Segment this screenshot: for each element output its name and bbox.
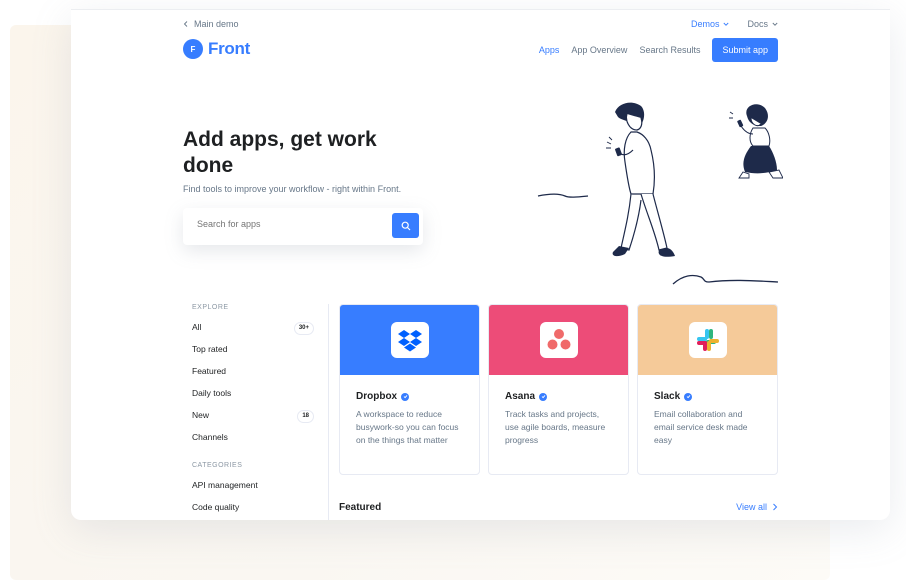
- verified-icon: [401, 392, 410, 401]
- explore-heading: EXPLORE: [192, 304, 229, 311]
- search-box: [183, 208, 423, 245]
- view-all-label: View all: [736, 502, 767, 512]
- sidebar: EXPLORE All 30+ Top rated Featured Daily…: [183, 304, 328, 518]
- app-card-slack[interactable]: Slack Email collaboration and email serv…: [637, 304, 778, 475]
- browser-window: Main demo Demos Docs F Front Apps App Ov…: [71, 9, 890, 520]
- logo[interactable]: F Front: [183, 37, 250, 59]
- page-subtitle: Find tools to improve your workflow - ri…: [183, 184, 402, 194]
- docs-label: Docs: [747, 19, 768, 29]
- sidebar-item-all[interactable]: All 30+: [183, 316, 328, 338]
- search-button[interactable]: [392, 213, 419, 238]
- page-title: Add apps, get work done: [183, 128, 377, 177]
- sidebar-item-label: All: [192, 322, 202, 332]
- sidebar-item-code-quality[interactable]: Code quality: [183, 496, 328, 518]
- categories-heading: CATEGORIES: [192, 462, 243, 469]
- app-card-asana[interactable]: Asana Track tasks and projects, use agil…: [488, 304, 629, 475]
- logo-text: Front: [208, 39, 250, 58]
- verified-icon: [684, 392, 693, 401]
- topbar-menus: Demos Docs: [691, 19, 778, 29]
- slack-icon: [688, 322, 727, 358]
- dropbox-icon: [390, 322, 429, 358]
- card-description: A workspace to reduce busywork-so you ca…: [356, 409, 459, 445]
- submit-app-button[interactable]: Submit app: [712, 38, 778, 62]
- view-all-link[interactable]: View all: [736, 502, 778, 512]
- demos-label: Demos: [690, 19, 720, 29]
- topbar: Main demo Demos Docs: [183, 17, 778, 33]
- logo-mark-icon: F: [183, 37, 205, 59]
- nav-app-overview[interactable]: App Overview: [571, 45, 627, 55]
- nav-apps[interactable]: Apps: [539, 45, 560, 55]
- back-link[interactable]: Main demo: [183, 19, 239, 29]
- asana-icon: [539, 322, 578, 358]
- chevron-down-icon: [723, 22, 730, 26]
- card-banner: [340, 305, 479, 375]
- main-nav: Apps App Overview Search Results Submit …: [539, 38, 778, 62]
- card-title: Asana: [505, 391, 536, 402]
- sidebar-item-label: API management: [192, 480, 258, 490]
- sidebar-item-daily-tools[interactable]: Daily tools: [183, 382, 328, 404]
- sidebar-divider: [328, 304, 329, 520]
- sidebar-item-top-rated[interactable]: Top rated: [183, 338, 328, 360]
- sidebar-item-api-management[interactable]: API management: [183, 474, 328, 496]
- card-title: Slack: [654, 391, 681, 402]
- search-icon: [401, 221, 410, 230]
- app-card-dropbox[interactable]: Dropbox A workspace to reduce busywork-s…: [339, 304, 480, 475]
- chevron-down-icon: [772, 22, 778, 26]
- search-input[interactable]: [197, 219, 377, 229]
- sidebar-item-label: Top rated: [192, 344, 228, 354]
- sidebar-item-label: New: [192, 410, 210, 420]
- sidebar-item-channels[interactable]: Channels: [183, 426, 328, 448]
- card-description: Email collaboration and email service de…: [654, 409, 748, 445]
- sidebar-item-label: Channels: [192, 432, 228, 442]
- sidebar-item-new[interactable]: New 18: [183, 404, 328, 426]
- sidebar-item-label: Featured: [192, 366, 227, 376]
- chevron-right-icon: [773, 503, 778, 511]
- chevron-left-icon: [183, 21, 188, 27]
- sidebar-item-label: Daily tools: [192, 388, 232, 398]
- verified-icon: [539, 392, 548, 401]
- count-badge: 18: [297, 410, 314, 423]
- card-banner: [489, 305, 628, 375]
- count-badge: 30+: [293, 322, 314, 335]
- hero-illustration: [537, 102, 783, 285]
- card-title: Dropbox: [356, 391, 398, 402]
- card-banner: [638, 305, 777, 375]
- demos-dropdown[interactable]: Demos: [691, 19, 730, 29]
- docs-dropdown[interactable]: Docs: [747, 19, 778, 29]
- featured-heading: Featured: [339, 502, 382, 513]
- back-link-label: Main demo: [194, 19, 239, 29]
- sidebar-item-label: Code quality: [192, 502, 240, 512]
- sidebar-item-featured[interactable]: Featured: [183, 360, 328, 382]
- nav-search-results[interactable]: Search Results: [639, 45, 700, 55]
- header: F Front Apps App Overview Search Results…: [183, 37, 778, 64]
- card-description: Track tasks and projects, use agile boar…: [505, 409, 606, 445]
